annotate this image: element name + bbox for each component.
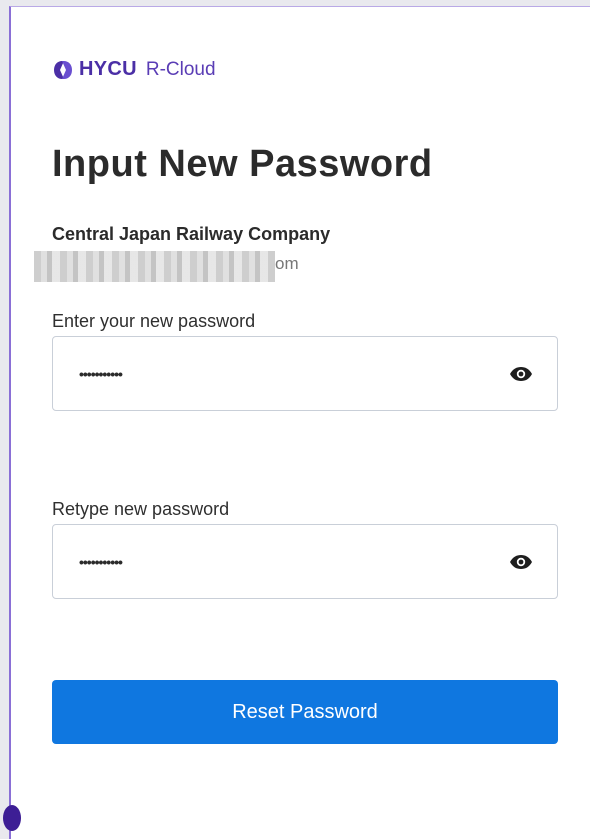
logo-brand: HYCU [79,58,137,80]
logo-product: R-Cloud [145,58,216,80]
new-password-value[interactable]: ••••••••••• [79,366,123,382]
corner-dot [3,805,21,831]
logo: HYCU R-Cloud [52,58,216,81]
redacted-email [34,251,275,282]
page-title: Input New Password [52,143,433,185]
new-password-label: Enter your new password [52,311,256,331]
email-visible-tail: om [275,254,299,273]
new-password-field[interactable]: ••••••••••• [52,336,558,411]
eye-icon[interactable] [509,554,533,570]
retype-password-value[interactable]: ••••••••••• [79,554,123,570]
page-background: HYCU R-Cloud Input New Password Central … [0,0,590,839]
reset-password-button[interactable]: Reset Password [52,680,558,744]
eye-icon[interactable] [509,366,533,382]
retype-password-field[interactable]: ••••••••••• [52,524,558,599]
reset-password-card: HYCU R-Cloud Input New Password Central … [3,6,590,839]
hycu-logo-icon [54,60,72,79]
retype-password-label: Retype new password [52,499,230,519]
company-name: Central Japan Railway Company [52,224,331,244]
